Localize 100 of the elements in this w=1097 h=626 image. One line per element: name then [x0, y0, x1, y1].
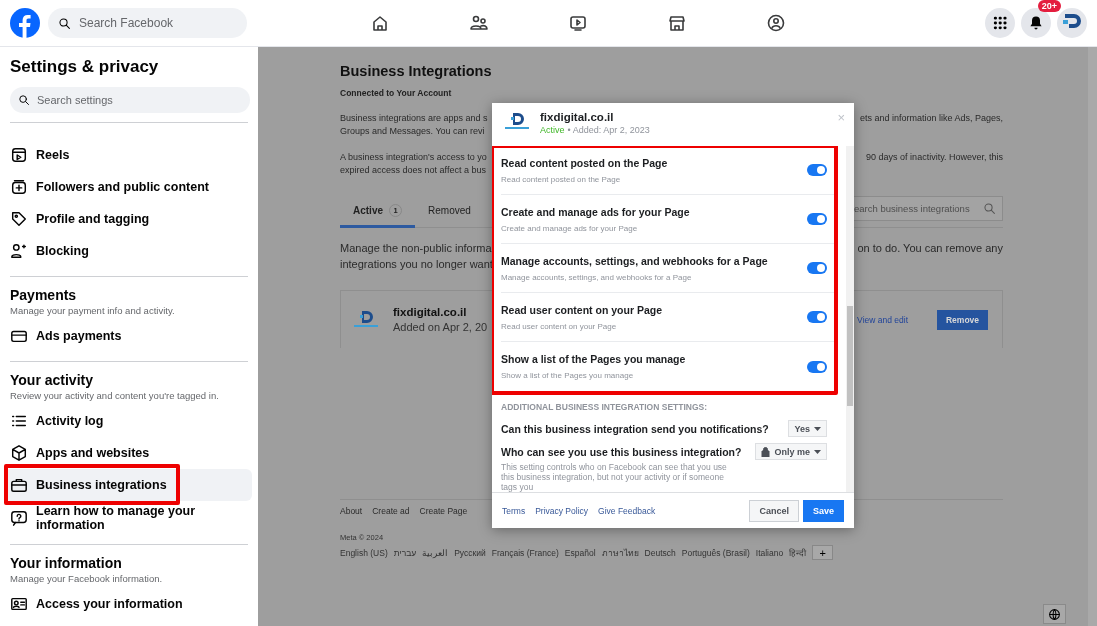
footer-link[interactable]: Create Page: [419, 506, 468, 516]
setting-description: This setting controls who on Facebook can see that you use this business integration, but not your activity or if someone tags you: [501, 462, 728, 492]
paragraph-text: expired access does not affect a bus: [340, 164, 487, 177]
permission-description: Read content posted on the Page: [501, 174, 622, 184]
friends-icon: [468, 13, 489, 33]
remove-button[interactable]: Remove: [937, 309, 988, 330]
sidebar-item[interactable]: Blocking: [4, 235, 252, 267]
paragraph-text: ets and information like Ads, Pages,: [859, 112, 1003, 125]
save-button[interactable]: Save: [802, 499, 844, 522]
permission-title: Create and manage ads for your Page: [501, 205, 691, 218]
search-input[interactable]: Search settings: [35, 93, 242, 107]
toggle-switch[interactable]: [807, 311, 827, 323]
toggle-switch[interactable]: [807, 360, 827, 373]
footer-link[interactable]: Create ad: [372, 506, 410, 516]
sidebar-item[interactable]: Activity log: [4, 405, 252, 437]
search-field[interactable]: earch business integrations: [851, 195, 1003, 221]
footer-link[interactable]: Give Feedback: [598, 505, 656, 516]
section-heading: ADDITIONAL BUSINESS INTEGRATION SETTINGS:: [501, 402, 709, 412]
briefcase-icon: [10, 476, 28, 494]
dropdown[interactable]: Only me: [755, 443, 827, 460]
video-icon: [10, 146, 28, 164]
language-link[interactable]: Deutsch: [644, 547, 676, 558]
language-link[interactable]: العربية: [422, 547, 449, 558]
id-card-icon: [10, 595, 28, 613]
search-input[interactable]: earch business integrations: [852, 201, 979, 215]
sidebar-item[interactable]: Followers and public content: [4, 171, 252, 203]
added-date: • Added: Apr 2, 2023: [567, 125, 650, 135]
status-text: Active: [540, 125, 565, 135]
permission-description: Show a list of the Pages you manage: [501, 371, 635, 380]
setting-question: Who can see you use this business integration?: [501, 445, 742, 458]
paragraph-text: 90 days of inactivity. However, this: [866, 151, 1003, 164]
permission-title: Show a list of the Pages you manage: [501, 353, 687, 365]
facebook-logo-icon[interactable]: [10, 8, 40, 38]
sidebar-item[interactable]: Access your information: [4, 588, 252, 620]
dialog-title: fixdigital.co.il: [540, 111, 615, 123]
permission-description: Read user content on your Page: [501, 321, 618, 331]
menu-button[interactable]: [985, 8, 1015, 38]
language-link[interactable]: Português (Brasil): [681, 547, 750, 558]
paragraph-text: on to do. You can remove any: [857, 241, 1003, 256]
avatar-icon[interactable]: [1057, 8, 1087, 38]
company-logo-icon: [502, 111, 532, 132]
sidebar-item[interactable]: Learn how to manage your information: [4, 501, 252, 535]
paragraph-text: integrations you no longer want: [340, 257, 493, 272]
page-title: Business Integrations: [340, 63, 493, 79]
language-link[interactable]: עברית: [393, 547, 417, 558]
notifications-button[interactable]: [1021, 8, 1051, 38]
toggle-switch[interactable]: [807, 213, 827, 225]
cancel-button[interactable]: Cancel: [749, 499, 799, 522]
footer-link[interactable]: Privacy Policy: [535, 505, 589, 516]
video-icon: [567, 13, 588, 33]
sidebar-title: Settings & privacy: [9, 56, 160, 78]
paragraph-text: A business integration's access to yo: [340, 151, 487, 164]
language-link[interactable]: Español: [564, 547, 596, 558]
paragraph-text: Business integrations are apps and s: [340, 112, 488, 125]
lock-icon: [761, 446, 771, 457]
view-and-edit-link[interactable]: View and edit: [857, 314, 908, 325]
globe-icon: [1048, 607, 1061, 621]
language-link[interactable]: हिन्दी: [789, 547, 807, 558]
integration-date: Added on Apr 2, 20: [393, 321, 488, 333]
language-link[interactable]: English (US): [340, 547, 388, 558]
sidebar-item[interactable]: Apps and websites: [4, 437, 252, 469]
footer-link[interactable]: About: [340, 506, 363, 516]
section-heading: Your activity: [9, 371, 94, 388]
paragraph-text: Manage the non-public informa: [340, 241, 493, 256]
integration-name: fixdigital.co.il: [393, 306, 468, 318]
sidebar-item[interactable]: Reels: [4, 139, 252, 171]
language-link[interactable]: Français (France): [491, 547, 559, 558]
section-description: Manage your Facebook information.: [9, 572, 164, 586]
search-icon: [983, 201, 996, 215]
sidebar-item[interactable]: Profile and tagging: [4, 203, 252, 235]
search-field[interactable]: Search Facebook: [48, 8, 247, 38]
language-button[interactable]: [1043, 604, 1066, 624]
caret-icon: [814, 449, 821, 454]
permission-title: Read content posted on the Page: [501, 156, 669, 169]
grid-icon: [992, 15, 1008, 31]
toggle-switch[interactable]: [807, 164, 827, 176]
notification-badge: 20+: [1037, 0, 1061, 12]
sidebar-item[interactable]: Ads payments: [4, 320, 252, 352]
language-link[interactable]: ภาษาไทย: [601, 545, 639, 560]
toggle-switch[interactable]: [807, 262, 827, 274]
setting-question: Can this business integration send you notifications?: [501, 422, 769, 435]
dropdown[interactable]: Yes: [788, 420, 827, 437]
caret-icon: [814, 426, 821, 431]
search-field[interactable]: Search settings: [10, 87, 250, 113]
plus-icon: [10, 178, 28, 196]
footer-link[interactable]: Terms: [502, 505, 526, 516]
language-link[interactable]: Русский: [454, 547, 486, 558]
search-input[interactable]: Search Facebook: [77, 15, 237, 31]
paragraph-text: Groups and Messages. You can revi: [340, 125, 486, 138]
more-languages-button[interactable]: +: [812, 545, 834, 560]
company-logo-icon: [351, 309, 381, 330]
section-heading: Your information: [9, 554, 123, 571]
tab[interactable]: Removed: [415, 196, 484, 228]
section-description: Review your activity and content you're tagged in.: [9, 389, 220, 403]
search-icon: [18, 94, 30, 106]
language-link[interactable]: Italiano: [755, 547, 784, 558]
section-heading: Payments: [9, 286, 78, 303]
permission-title: Manage accounts, settings, and webhooks for a Page: [501, 254, 769, 267]
permission-description: Manage accounts, settings, and webhooks for a Page: [501, 272, 693, 282]
store-icon: [666, 13, 687, 33]
